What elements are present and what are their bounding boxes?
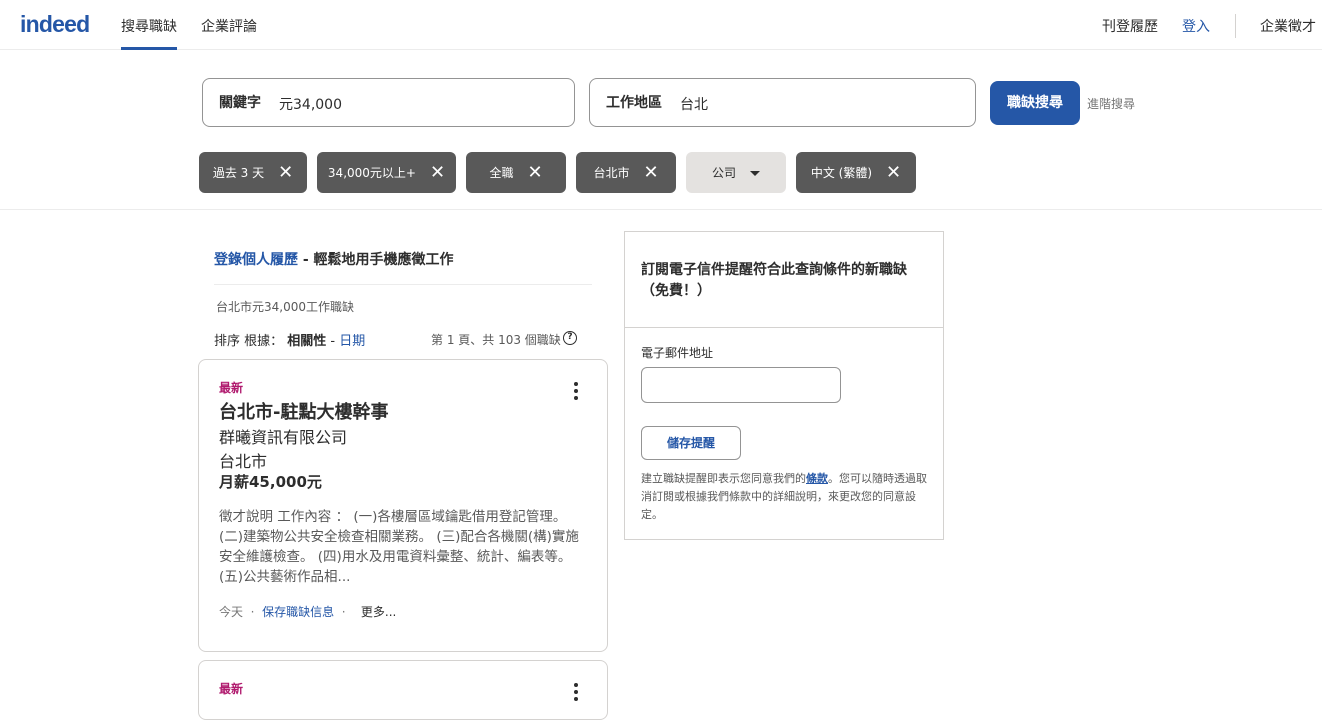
job-card-footer: 今天 · 保存職缺信息 · 更多... [219, 603, 396, 620]
more-options-icon[interactable] [569, 382, 583, 402]
filter-chip-language[interactable]: 中文 (繁體) ✕ [796, 152, 916, 193]
new-badge: 最新 [219, 682, 244, 696]
login-link[interactable]: 登入 [1182, 16, 1210, 36]
close-icon[interactable]: ✕ [278, 163, 293, 182]
employers-link[interactable]: 企業徵才 [1260, 16, 1316, 36]
job-description: 徵才說明 工作內容 ： (一)各樓層區域鑰匙借用登記管理。 (二)建築物公共安全… [219, 509, 579, 585]
company-name: 群曦資訊有限公司 [219, 428, 348, 447]
alert-terms: 建立職缺提醒即表示您同意我們的條款。您可以隨時透過取消訂閱或根據我們條款中的詳細… [641, 470, 931, 524]
resume-promo: 登錄個人履歷 - 輕鬆地用手機應徵工作 [214, 249, 454, 269]
filter-chip-label: 全職 [489, 166, 514, 180]
sort-separator: - [326, 334, 340, 349]
keyword-input[interactable]: 元34,000 [279, 94, 342, 114]
filter-chip-label: 台北市 [593, 166, 630, 180]
header-divider [1235, 14, 1236, 38]
advanced-search-link[interactable]: 進階搜尋 [1087, 95, 1135, 112]
filter-chip-label: 公司 [711, 166, 736, 180]
page-count: 第 1 頁、共 103 個職缺 [431, 333, 561, 347]
close-icon[interactable]: ✕ [527, 163, 542, 182]
job-card[interactable]: 最新 台北市-駐點大樓幹事 群曦資訊有限公司 台北市 月薪45,000元 徵才說… [198, 359, 608, 652]
email-label: 電子郵件地址 [641, 346, 714, 360]
close-icon[interactable]: ✕ [886, 163, 901, 182]
promo-divider [214, 284, 592, 285]
filter-chip-label: 34,000元以上+ [327, 166, 416, 180]
close-icon[interactable]: ✕ [430, 163, 445, 182]
footer-dot: · [341, 605, 346, 619]
terms-prefix: 建立職缺提醒即表示您同意我們的 [641, 472, 806, 485]
help-icon[interactable]: ? [563, 331, 577, 345]
footer-dot: · [250, 605, 255, 619]
keyword-label: 關鍵字 [219, 95, 261, 111]
logo-text: indeed [20, 11, 90, 37]
email-input[interactable] [641, 367, 841, 403]
more-options-icon[interactable] [569, 683, 583, 703]
sort-prefix: 排序 根據： [214, 334, 284, 349]
job-alert-panel: 訂閱電子信件提醒符合此查詢條件的新職缺（免費！） 電子郵件地址 儲存提醒 建立職… [624, 231, 944, 540]
keyword-search-field[interactable]: 關鍵字 元34,000 [202, 78, 575, 127]
sort-relevance: 相關性 [287, 334, 327, 349]
filter-chip-label: 過去 3 天 [212, 166, 265, 180]
save-alert-button[interactable]: 儲存提醒 [641, 426, 741, 460]
job-location: 台北市 [219, 452, 268, 471]
filter-chip-label: 中文 (繁體) [810, 166, 873, 180]
alert-title: 訂閱電子信件提醒符合此查詢條件的新職缺（免費！） [641, 262, 907, 299]
posted-date: 今天 [219, 605, 244, 619]
job-title[interactable]: 台北市-駐點大樓幹事 [219, 398, 388, 424]
filter-chip-salary[interactable]: 34,000元以上+ ✕ [317, 152, 456, 193]
job-salary: 月薪45,000元 [219, 473, 322, 491]
location-input[interactable]: 台北 [680, 94, 708, 114]
sort-by-date-link[interactable]: 日期 [339, 334, 365, 349]
sort-options: 排序 根據： 相關性 - 日期 [214, 330, 365, 349]
alert-divider [625, 327, 943, 328]
close-icon[interactable]: ✕ [643, 163, 658, 182]
promo-text: - 輕鬆地用手機應徵工作 [298, 252, 454, 268]
post-resume-link[interactable]: 刊登履歷 [1102, 16, 1158, 36]
nav-find-jobs[interactable]: 搜尋職缺 [121, 16, 177, 50]
indeed-logo[interactable]: indeed [20, 11, 90, 38]
terms-link[interactable]: 條款 [806, 472, 828, 485]
upload-resume-link[interactable]: 登錄個人履歷 [214, 252, 298, 268]
results-subtitle: 台北市元34,000工作職缺 [216, 300, 354, 314]
location-label: 工作地區 [606, 95, 662, 111]
filter-chip-location[interactable]: 台北市 ✕ [576, 152, 676, 193]
find-jobs-button[interactable]: 職缺搜尋 [990, 81, 1080, 125]
job-card[interactable]: 最新 [198, 660, 608, 720]
filter-chip-job-type[interactable]: 全職 ✕ [466, 152, 566, 193]
chevron-down-icon [750, 171, 760, 176]
save-job-link[interactable]: 保存職缺信息 [262, 605, 334, 619]
top-header: indeed 搜尋職缺 企業評論 刊登履歷 登入 企業徵才 [0, 0, 1322, 50]
more-link[interactable]: 更多... [361, 605, 396, 619]
location-search-field[interactable]: 工作地區 台北 [589, 78, 976, 127]
new-badge: 最新 [219, 381, 244, 395]
section-divider [0, 209, 1322, 210]
filter-dropdown-company[interactable]: 公司 [686, 152, 786, 193]
nav-company-reviews[interactable]: 企業評論 [201, 16, 257, 36]
filter-chip-date[interactable]: 過去 3 天 ✕ [199, 152, 307, 193]
